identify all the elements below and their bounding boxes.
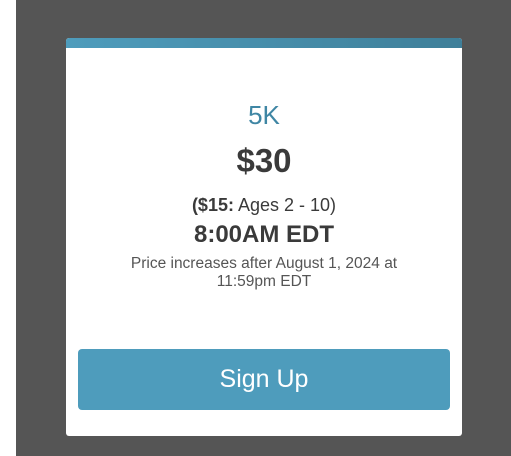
race-name: 5K: [248, 100, 280, 130]
start-time: 8:00AM EDT: [193, 221, 335, 248]
card-accent-bar: [66, 38, 462, 48]
child-price-amount: ($15:: [191, 195, 234, 215]
price-increase-note: Price increases after August 1, 2024 at …: [94, 255, 434, 291]
child-price-ages: Ages 2 - 10): [237, 195, 337, 215]
price-note-line-1: Price increases after August 1, 2024 at: [130, 255, 398, 272]
child-price: ($15: Ages 2 - 10): [66, 194, 462, 216]
sign-up-button[interactable]: Sign Up: [78, 349, 450, 410]
price-note-line-2: 11:59pm EDT: [216, 273, 312, 290]
race-price: $30: [236, 142, 292, 179]
pricing-card: 5K $30 ($15: Ages 2 - 10) 8:00AM EDT Pri…: [66, 38, 462, 436]
